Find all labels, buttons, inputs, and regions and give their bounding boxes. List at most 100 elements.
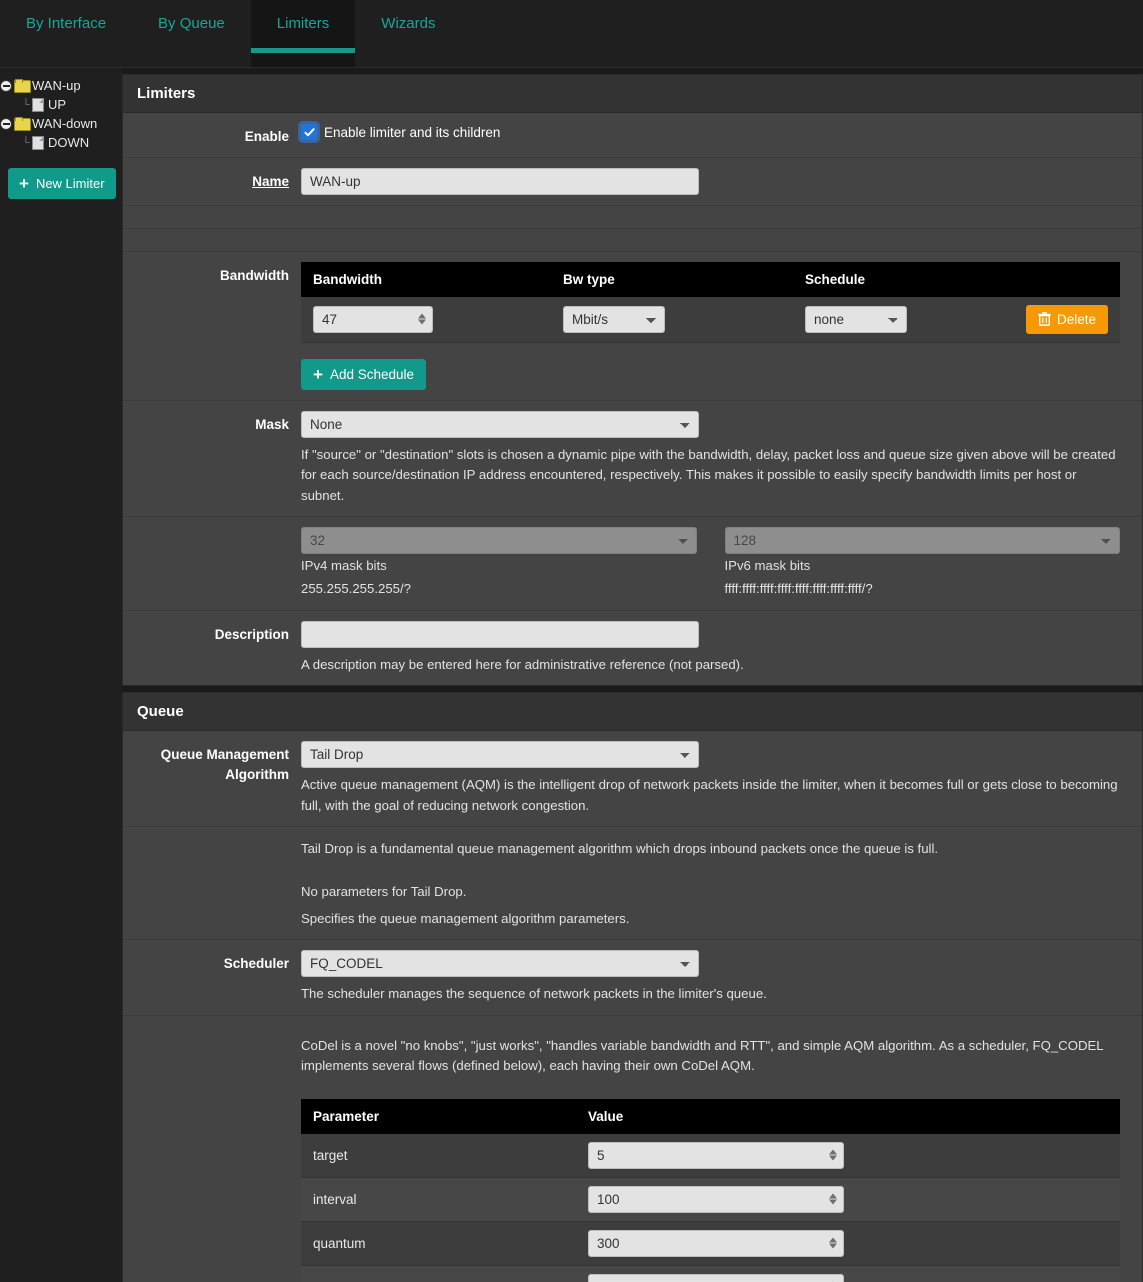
ipv6-mask-bits-select[interactable]: 128 — [724, 527, 1120, 555]
enable-row: Enable Enable limiter and its children — [123, 113, 1142, 158]
parameter-value-cell — [576, 1265, 1120, 1282]
description-hint: A description may be entered here for ad… — [301, 656, 744, 672]
col-schedule: Schedule — [793, 261, 971, 297]
page-icon — [32, 97, 44, 112]
tab-by-queue[interactable]: By Queue — [132, 0, 251, 67]
ipv6-mask-group: 128 IPv6 mask bits ffff:ffff:ffff:ffff:f… — [724, 527, 1120, 599]
parameter-name: limit — [301, 1265, 576, 1282]
scheduler-select[interactable]: FQ_CODEL — [301, 950, 699, 978]
qma-detail-line1: Tail Drop is a fundamental queue managem… — [301, 841, 939, 857]
scheduler-description: The scheduler manages the sequence of ne… — [301, 986, 767, 1002]
queue-management-algorithm-select[interactable]: Tail Drop — [301, 741, 699, 769]
page-body: WAN-up └ UP WAN-down └ DOWN + New Limite… — [0, 68, 1143, 1282]
parameter-name: interval — [301, 1177, 576, 1222]
mask-row: Mask None If "source" or "destination" s… — [123, 400, 1142, 518]
tab-by-interface[interactable]: By Interface — [0, 0, 132, 67]
limit-input[interactable] — [588, 1273, 844, 1282]
bandwidth-row: Bandwidth Bandwidth Bw type Schedule 47 … — [123, 251, 1142, 401]
tree-item-wan-down[interactable]: WAN-down — [0, 114, 122, 133]
interval-stepper[interactable] — [588, 1185, 844, 1213]
tree-item-label: WAN-up — [32, 78, 81, 93]
ipv4-mask-bits-select[interactable]: 32 — [301, 527, 697, 555]
queue-panel-title: Queue — [123, 693, 1142, 732]
target-input[interactable] — [588, 1141, 844, 1169]
collapse-minus-icon[interactable] — [0, 117, 12, 130]
schedule-select[interactable]: none — [805, 305, 907, 333]
interval-input[interactable] — [588, 1185, 844, 1213]
tree-item-label: DOWN — [48, 135, 90, 150]
name-label: Name — [252, 173, 289, 189]
table-row: quantum — [301, 1221, 1120, 1266]
quantum-stepper[interactable] — [588, 1229, 844, 1257]
description-row: Description A description may be entered… — [123, 610, 1142, 686]
description-input[interactable] — [301, 620, 699, 648]
bandwidth-stepper[interactable] — [313, 305, 433, 333]
collapse-minus-icon[interactable] — [0, 79, 12, 92]
ipv4-mask-group: 32 IPv4 mask bits 255.255.255.255/? — [301, 527, 697, 599]
tab-label: By Interface — [26, 15, 107, 32]
table-row: limit — [301, 1265, 1120, 1282]
tab-label: Wizards — [381, 15, 436, 32]
name-input[interactable] — [301, 167, 699, 195]
bw-type-cell: Mbit/s — [551, 296, 793, 343]
table-row: target — [301, 1133, 1120, 1178]
actions-cell: Delete — [970, 296, 1120, 343]
folder-icon — [14, 117, 31, 131]
tab-bar: By Interface By Queue Limiters Wizards — [0, 0, 1143, 68]
page-icon — [32, 135, 44, 150]
tree-branch-icon: └ — [22, 98, 30, 111]
bw-type-select[interactable]: Mbit/s — [563, 305, 665, 333]
delete-schedule-button[interactable]: Delete — [1025, 304, 1108, 334]
scheduler-label: Scheduler — [223, 956, 289, 972]
enable-label: Enable — [244, 129, 289, 144]
main-content: Limiters Enable Enable limiter and its c… — [122, 68, 1143, 1282]
tree-item-down[interactable]: └ DOWN — [0, 133, 122, 152]
tree-item-wan-up[interactable]: WAN-up — [0, 76, 122, 95]
bandwidth-input[interactable] — [313, 305, 433, 333]
col-actions — [970, 261, 1120, 297]
ipv6-mask-bits-label: IPv6 mask bits — [724, 558, 811, 574]
qma-detail-line2: No parameters for Tail Drop. — [301, 883, 467, 899]
scheduler-parameters-header: Parameter Value — [301, 1098, 1120, 1134]
enable-checkbox-label: Enable limiter and its children — [324, 124, 501, 140]
col-parameter: Parameter — [301, 1098, 576, 1134]
limiters-panel: Limiters Enable Enable limiter and its c… — [122, 74, 1143, 687]
col-bandwidth: Bandwidth — [301, 261, 551, 297]
tree-item-label: UP — [48, 97, 67, 112]
mask-select[interactable]: None — [301, 410, 699, 438]
plus-icon: + — [19, 174, 29, 193]
schedule-cell: none — [793, 296, 971, 343]
parameter-value-cell — [576, 1221, 1120, 1266]
bandwidth-label: Bandwidth — [220, 267, 289, 283]
mask-bits-label-spacer — [123, 527, 301, 599]
bandwidth-cell — [301, 296, 551, 343]
add-schedule-label: Add Schedule — [329, 366, 415, 382]
col-bw-type: Bw type — [551, 261, 793, 297]
tree-item-label: WAN-down — [32, 116, 98, 131]
parameter-value-cell — [576, 1133, 1120, 1178]
new-limiter-button[interactable]: + New Limiter — [8, 168, 116, 199]
qma-description: Active queue management (AQM) is the int… — [301, 777, 1118, 813]
add-schedule-button[interactable]: + Add Schedule — [301, 358, 427, 390]
folder-icon — [14, 79, 31, 93]
scheduler-detail-row: CoDel is a novel "no knobs", "just works… — [123, 1015, 1142, 1282]
trash-icon — [1037, 312, 1051, 326]
tab-limiters[interactable]: Limiters — [250, 0, 356, 67]
queue-management-algorithm-row: Queue Management Algorithm Tail Drop Act… — [123, 731, 1142, 828]
quantum-input[interactable] — [588, 1229, 844, 1257]
tab-wizards[interactable]: Wizards — [355, 0, 461, 67]
limit-stepper[interactable] — [588, 1273, 844, 1282]
scheduler-detail-description: CoDel is a novel "no knobs", "just works… — [301, 1037, 1104, 1074]
parameter-value-cell — [576, 1177, 1120, 1222]
tree-branch-icon: └ — [22, 136, 30, 149]
enable-checkbox[interactable] — [301, 124, 317, 140]
spacer-row-1 — [123, 205, 1142, 229]
qma-detail-line3: Specifies the queue management algorithm… — [301, 910, 630, 926]
tree-item-up[interactable]: └ UP — [0, 95, 122, 114]
new-limiter-label: New Limiter — [35, 176, 105, 191]
qma-detail-row: Tail Drop is a fundamental queue managem… — [123, 827, 1142, 941]
parameter-name: target — [301, 1133, 576, 1178]
sidebar: WAN-up └ UP WAN-down └ DOWN + New Limite… — [0, 68, 122, 1282]
target-stepper[interactable] — [588, 1141, 844, 1169]
name-row: Name — [123, 157, 1142, 206]
